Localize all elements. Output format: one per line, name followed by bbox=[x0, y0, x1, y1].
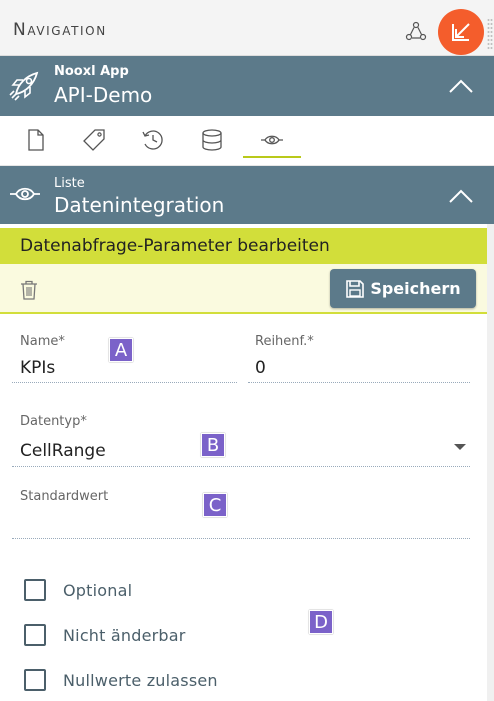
chevron-up-icon[interactable] bbox=[448, 188, 474, 204]
app-header[interactable]: Nooxl App API-Demo bbox=[0, 56, 494, 116]
readonly-checkbox-row[interactable]: Nicht änderbar bbox=[24, 624, 186, 646]
tag-icon[interactable] bbox=[82, 128, 106, 152]
readonly-label: Nicht änderbar bbox=[63, 625, 186, 645]
optional-label: Optional bbox=[63, 580, 133, 600]
active-tab-indicator bbox=[243, 156, 301, 158]
list-title: Datenintegration bbox=[54, 193, 225, 217]
marker-b: B bbox=[201, 433, 225, 457]
history-icon[interactable] bbox=[141, 128, 165, 152]
floppy-disk-icon bbox=[346, 279, 365, 298]
chevron-up-icon[interactable] bbox=[448, 78, 474, 94]
order-input[interactable]: 0 bbox=[255, 358, 266, 378]
order-label: Reihenf.* bbox=[255, 334, 314, 349]
readonly-checkbox[interactable] bbox=[24, 624, 46, 646]
list-header[interactable]: Liste Datenintegration bbox=[0, 166, 494, 224]
navigation-topbar: Navigation bbox=[0, 0, 494, 56]
list-subtitle: Liste bbox=[54, 176, 85, 191]
resize-grip-icon[interactable] bbox=[487, 18, 493, 52]
arrow-diagonal-icon bbox=[452, 23, 470, 41]
navigation-title: Navigation bbox=[13, 20, 107, 40]
optional-checkbox[interactable] bbox=[24, 579, 46, 601]
type-underline bbox=[12, 466, 470, 467]
name-input[interactable]: KPIs bbox=[20, 358, 55, 378]
nulls-label: Nullwerte zulassen bbox=[63, 670, 218, 690]
type-label: Datentyp* bbox=[20, 414, 87, 429]
default-underline bbox=[12, 538, 470, 539]
eye-icon bbox=[10, 187, 40, 201]
app-subtitle: Nooxl App bbox=[54, 64, 129, 79]
app-title: API-Demo bbox=[54, 83, 153, 107]
users-icon[interactable] bbox=[404, 20, 428, 44]
order-underline bbox=[248, 382, 470, 383]
name-label: Name* bbox=[20, 334, 65, 349]
collapse-panel-button[interactable] bbox=[438, 9, 484, 55]
name-underline bbox=[12, 382, 237, 383]
icon-toolbar bbox=[0, 116, 494, 166]
marker-d: D bbox=[309, 610, 333, 634]
nulls-checkbox-row[interactable]: Nullwerte zulassen bbox=[24, 669, 218, 691]
edit-banner: Datenabfrage-Parameter bearbeiten bbox=[0, 228, 487, 264]
type-select[interactable]: CellRange bbox=[20, 441, 106, 461]
save-button-label: Speichern bbox=[370, 279, 461, 298]
nulls-checkbox[interactable] bbox=[24, 669, 46, 691]
dropdown-caret-icon[interactable] bbox=[454, 444, 466, 450]
marker-c: C bbox=[203, 493, 227, 517]
eye-icon[interactable] bbox=[260, 128, 284, 152]
file-icon[interactable] bbox=[24, 128, 48, 152]
marker-a: A bbox=[109, 338, 133, 362]
save-button[interactable]: Speichern bbox=[330, 269, 476, 308]
action-bar: Speichern bbox=[0, 264, 487, 314]
trash-icon[interactable] bbox=[20, 280, 38, 300]
default-label: Standardwert bbox=[20, 489, 109, 504]
optional-checkbox-row[interactable]: Optional bbox=[24, 579, 132, 601]
rocket-icon bbox=[9, 71, 39, 101]
database-icon[interactable] bbox=[200, 128, 224, 152]
edit-banner-title: Datenabfrage-Parameter bearbeiten bbox=[20, 236, 330, 256]
